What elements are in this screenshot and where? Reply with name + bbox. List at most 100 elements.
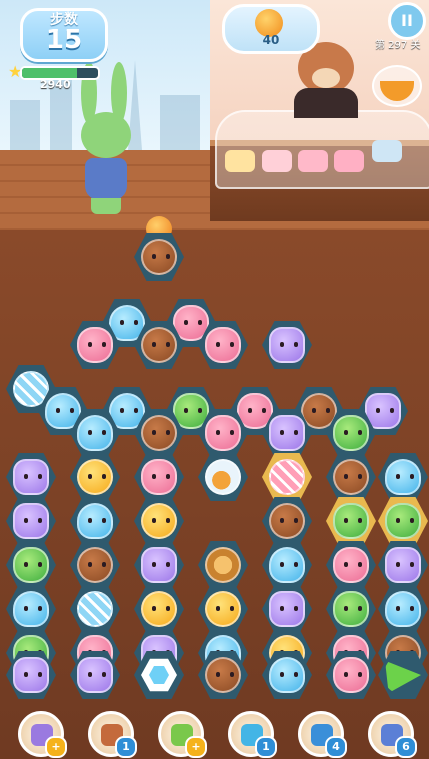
blob-piece-icon (77, 503, 113, 539)
eyes (152, 606, 170, 611)
orbjar-piece-icon (205, 459, 241, 495)
board-cell[interactable] (378, 650, 428, 700)
board-cell[interactable] (378, 496, 428, 546)
blob-piece-icon (269, 657, 305, 693)
booster-button[interactable]: 6 (368, 711, 417, 758)
candy-piece-icon (77, 591, 113, 627)
bear-piece-icon (333, 459, 369, 495)
booster-button[interactable]: 1 (228, 711, 277, 758)
cat-piece-icon (269, 591, 305, 627)
eyes (280, 430, 298, 435)
board-cell[interactable] (262, 408, 312, 458)
booster-button[interactable]: + (18, 711, 67, 758)
booster-count-badge: 4 (325, 736, 347, 758)
board-cell[interactable] (326, 452, 376, 502)
board-cell[interactable] (198, 584, 248, 634)
board-cell[interactable] (6, 496, 56, 546)
eyes (396, 474, 414, 479)
eyes (280, 518, 298, 523)
board-cell[interactable] (262, 320, 312, 370)
board-cell[interactable] (134, 584, 184, 634)
board-cell[interactable] (198, 408, 248, 458)
pig-piece-icon (333, 547, 369, 583)
board-cell[interactable] (262, 540, 312, 590)
board-cell[interactable] (198, 452, 248, 502)
board-cell[interactable] (134, 408, 184, 458)
eyes (24, 474, 42, 479)
board-cell[interactable] (70, 584, 120, 634)
board-cell[interactable] (134, 650, 184, 700)
pig-piece-icon (141, 459, 177, 495)
board-cell[interactable] (6, 452, 56, 502)
cat-piece-icon (141, 547, 177, 583)
booster-count-badge: + (45, 736, 67, 758)
cat-piece-icon (269, 415, 305, 451)
board-cell[interactable] (6, 540, 56, 590)
board-cell[interactable] (262, 496, 312, 546)
board-cell[interactable] (70, 496, 120, 546)
board-cell[interactable] (198, 540, 248, 590)
board-cell[interactable] (198, 320, 248, 370)
board-cell[interactable] (134, 540, 184, 590)
eyes (344, 672, 362, 677)
board-cell[interactable] (262, 650, 312, 700)
bear-piece-icon (77, 547, 113, 583)
board-cell[interactable] (326, 540, 376, 590)
booster-button[interactable]: 1 (88, 711, 137, 758)
pig-piece-icon (333, 657, 369, 693)
eyes (396, 518, 414, 523)
eyes (344, 606, 362, 611)
board-cell[interactable] (198, 650, 248, 700)
booster-bar: +1 +1 4 6 (0, 705, 429, 759)
board-cell[interactable] (134, 232, 184, 282)
cat-piece-icon (77, 657, 113, 693)
bear-piece-icon (269, 503, 305, 539)
blob-piece-icon (13, 591, 49, 627)
eyes (396, 562, 414, 567)
board-cell[interactable] (326, 496, 376, 546)
board-cell[interactable] (134, 496, 184, 546)
eyes (344, 430, 362, 435)
board-cell[interactable] (378, 540, 428, 590)
eyes (152, 254, 170, 259)
eyes (344, 474, 362, 479)
booster-count-badge: + (185, 736, 207, 758)
eyes (216, 430, 234, 435)
board-cell[interactable] (262, 452, 312, 502)
lion-piece-icon (205, 547, 241, 583)
eyes (152, 430, 170, 435)
board-cell[interactable] (70, 408, 120, 458)
board-cell[interactable] (6, 650, 56, 700)
board-cell[interactable] (134, 452, 184, 502)
cat-piece-icon (13, 657, 49, 693)
board-cell[interactable] (378, 584, 428, 634)
board-cell[interactable] (326, 408, 376, 458)
booster-button[interactable]: + (158, 711, 207, 758)
booster-button[interactable]: 4 (298, 711, 347, 758)
bear-piece-icon (141, 239, 177, 275)
board-cell[interactable] (326, 650, 376, 700)
board-cell[interactable] (262, 584, 312, 634)
board-cell[interactable] (6, 584, 56, 634)
candyp-piece-icon (269, 459, 305, 495)
eyes (152, 562, 170, 567)
eyes (88, 672, 106, 677)
blob-piece-icon (385, 459, 421, 495)
board-cell[interactable] (134, 320, 184, 370)
board-cell[interactable] (326, 584, 376, 634)
board-cell[interactable] (70, 650, 120, 700)
frog-piece-icon (333, 415, 369, 451)
eyes (376, 408, 394, 413)
board-cell[interactable] (378, 452, 428, 502)
booster-count-badge: 6 (395, 736, 417, 758)
eyes (88, 342, 106, 347)
cat-piece-icon (13, 503, 49, 539)
board-cell[interactable] (70, 540, 120, 590)
pig-piece-icon (77, 327, 113, 363)
eyes (88, 430, 106, 435)
eyes (280, 672, 298, 677)
board-cell[interactable] (70, 320, 120, 370)
eyes (280, 562, 298, 567)
board-cell[interactable] (70, 452, 120, 502)
pig-piece-icon (205, 415, 241, 451)
